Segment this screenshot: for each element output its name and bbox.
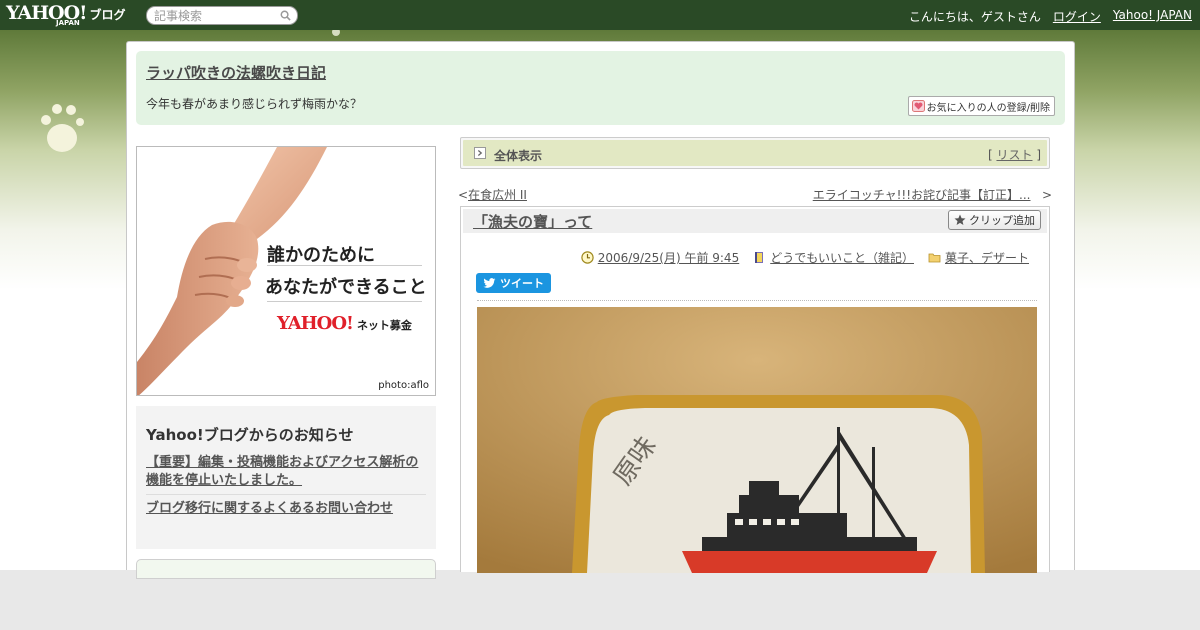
- blog-header: ラッパ吹きの法螺吹き日記 今年も春があまり感じられず梅雨かな？ お気に入りの人の…: [136, 51, 1065, 125]
- book-icon: [755, 252, 764, 263]
- yahoo-blog-logo[interactable]: YAHOO! JAPAN ブログ: [6, 3, 126, 27]
- twitter-bird-icon: [483, 277, 496, 288]
- ad-divider: [267, 301, 422, 302]
- star-icon: [954, 214, 966, 225]
- search-input[interactable]: [147, 7, 272, 24]
- tweet-button[interactable]: ツイート: [476, 273, 551, 293]
- ad-logo: YAHOO! ネット募金: [277, 315, 412, 333]
- favorite-register-label: お気に入りの人の登録/削除: [926, 102, 1050, 114]
- fish-can-photo: 原味: [477, 307, 1037, 573]
- search-icon[interactable]: [280, 10, 291, 21]
- entry-category-link[interactable]: どうでもいいこと（雑記）: [770, 249, 914, 266]
- chevron-right-icon: [474, 147, 486, 159]
- clip-add-button[interactable]: クリップ追加: [948, 210, 1041, 230]
- notice-link-migration-faq[interactable]: ブログ移行に関するよくあるお問い合わせ: [146, 500, 428, 518]
- handshake-image: [137, 147, 327, 395]
- prev-article: <在食広州 II: [458, 186, 527, 203]
- ad-photo-credit: photo:aflo: [378, 380, 429, 391]
- clock-icon: [581, 251, 594, 264]
- entry-date: 2006/9/25(月) 午前 9:45: [581, 249, 739, 266]
- all-view-label[interactable]: 全体表示: [494, 147, 542, 164]
- ad-headline-1: 誰かのために: [267, 245, 375, 266]
- entry-category: どうでもいいこと（雑記）: [753, 249, 914, 266]
- bracket-open: [: [987, 148, 993, 162]
- blog-title-link[interactable]: ラッパ吹きの法螺吹き日記: [146, 62, 326, 83]
- top-bar: YAHOO! JAPAN ブログ こんにちは、ゲストさん ログイン Yahoo!…: [0, 0, 1200, 30]
- top-nav: こんにちは、ゲストさん ログイン Yahoo! JAPAN: [909, 8, 1192, 25]
- all-view-inner: 全体表示 [ リスト ]: [463, 140, 1047, 166]
- notice-link-service-stop[interactable]: 【重要】編集・投稿機能およびアクセス解析の機能を停止いたしました。: [146, 454, 428, 490]
- ad-headline-2: あなたができること: [265, 277, 427, 298]
- ad-logo-yahoo: YAHOO!: [277, 313, 354, 334]
- blog-description: 今年も春があまり感じられず梅雨かな？: [146, 97, 363, 111]
- entry-photo[interactable]: 原味: [477, 307, 1037, 573]
- paw-decoration-icon: [41, 104, 84, 152]
- all-view-bar: 全体表示 [ リスト ]: [460, 137, 1050, 169]
- next-article-link[interactable]: エライコッチャ!!!お詫び記事【訂正】...: [813, 188, 1031, 202]
- bracket-close: ]: [1036, 148, 1041, 162]
- folder-icon: [928, 253, 941, 263]
- next-arrow: >: [1041, 188, 1052, 202]
- next-article: エライコッチャ!!!お詫び記事【訂正】... >: [813, 186, 1052, 203]
- list-link-wrap: [ リスト ]: [988, 146, 1041, 163]
- notice-divider: [146, 494, 426, 495]
- favorite-register-button[interactable]: お気に入りの人の登録/削除: [907, 96, 1055, 116]
- blog-notice-box: Yahoo!ブログからのお知らせ 【重要】編集・投稿機能およびアクセス解析の機能…: [136, 406, 436, 549]
- prev-article-link[interactable]: 在食広州 II: [468, 188, 527, 202]
- tweet-label: ツイート: [500, 277, 544, 290]
- logo-service-text: ブログ: [89, 8, 126, 22]
- entry-meta: 2006/9/25(月) 午前 9:45 どうでもいいこと（雑記） 菓子、デザー…: [581, 249, 1029, 266]
- ad-divider: [267, 265, 422, 266]
- entry-divider: [477, 300, 1037, 301]
- notice-title: Yahoo!ブログからのお知らせ: [146, 426, 354, 444]
- main-container: ラッパ吹きの法螺吹き日記 今年も春があまり感じられず梅雨かな？ お気に入りの人の…: [126, 41, 1075, 579]
- greeting-text: こんにちは、ゲストさん: [908, 10, 1041, 24]
- prev-arrow: <: [458, 188, 469, 202]
- entry-folder-link[interactable]: 菓子、デザート: [945, 249, 1029, 266]
- entry-folder: 菓子、デザート: [928, 249, 1029, 266]
- charity-ad-banner[interactable]: 誰かのために あなたができること YAHOO! ネット募金 photo:aflo: [136, 146, 436, 396]
- blog-entry: 「漁夫の寶」って クリップ追加 2006/9/25(月) 午前 9:45 どうで…: [460, 206, 1050, 573]
- entry-date-link[interactable]: 2006/9/25(月) 午前 9:45: [598, 249, 739, 266]
- yahoo-japan-link[interactable]: Yahoo! JAPAN: [1113, 8, 1192, 25]
- entry-title-link[interactable]: 「漁夫の寶」って: [473, 211, 592, 232]
- article-pager: <在食広州 II エライコッチャ!!!お詫び記事【訂正】... >: [458, 186, 1052, 202]
- ad-logo-service: ネット募金: [356, 319, 412, 332]
- entry-title-bar: 「漁夫の寶」って クリップ追加: [463, 209, 1047, 233]
- sidebar-box: [136, 559, 436, 579]
- logo-japan-text: JAPAN: [56, 19, 80, 27]
- clip-add-label: クリップ追加: [969, 214, 1035, 227]
- login-link[interactable]: ログイン: [1053, 8, 1101, 25]
- list-link[interactable]: リスト: [996, 148, 1032, 162]
- page-footer-band: [0, 570, 1200, 630]
- search-box: [146, 6, 298, 25]
- heart-icon: [911, 100, 925, 112]
